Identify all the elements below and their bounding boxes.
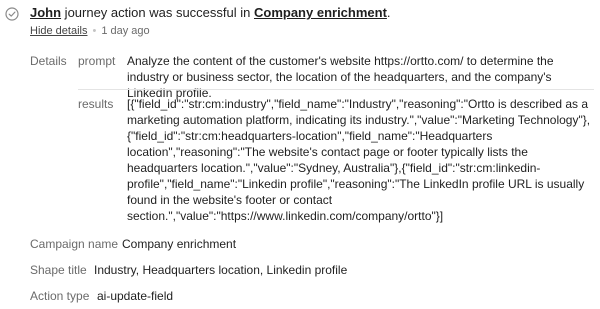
- results-label: results: [78, 97, 114, 111]
- shape-title-label: Shape title: [30, 263, 87, 277]
- campaign-name-label: Campaign name: [30, 237, 119, 251]
- prompt-value: Analyze the content of the customer's we…: [127, 54, 554, 100]
- action-type-value: ai-update-field: [97, 289, 174, 303]
- results-value: [{"field_id":"str:cm:industry","field_na…: [127, 97, 591, 223]
- shape-title-value: Industry, Headquarters location, Linkedi…: [94, 263, 348, 277]
- details-section-label: Details: [30, 54, 67, 68]
- headline-end: .: [386, 5, 391, 20]
- campaign-name-value: Company enrichment: [122, 237, 237, 251]
- event-headline: John journey action was successful in Co…: [30, 5, 391, 21]
- action-type-label: Action type: [30, 289, 90, 303]
- check-circle-icon: [5, 7, 19, 21]
- prompt-label: prompt: [78, 54, 116, 68]
- headline-text: journey action was successful in: [61, 5, 254, 20]
- journey-link[interactable]: Company enrichment: [254, 5, 387, 20]
- actor-link[interactable]: John: [30, 5, 61, 20]
- timestamp: 1 day ago: [101, 25, 150, 37]
- separator-dot: •: [92, 25, 97, 37]
- event-meta: Hide details • 1 day ago: [30, 23, 150, 39]
- hide-details-link[interactable]: Hide details: [30, 25, 87, 37]
- details-divider: [78, 89, 594, 90]
